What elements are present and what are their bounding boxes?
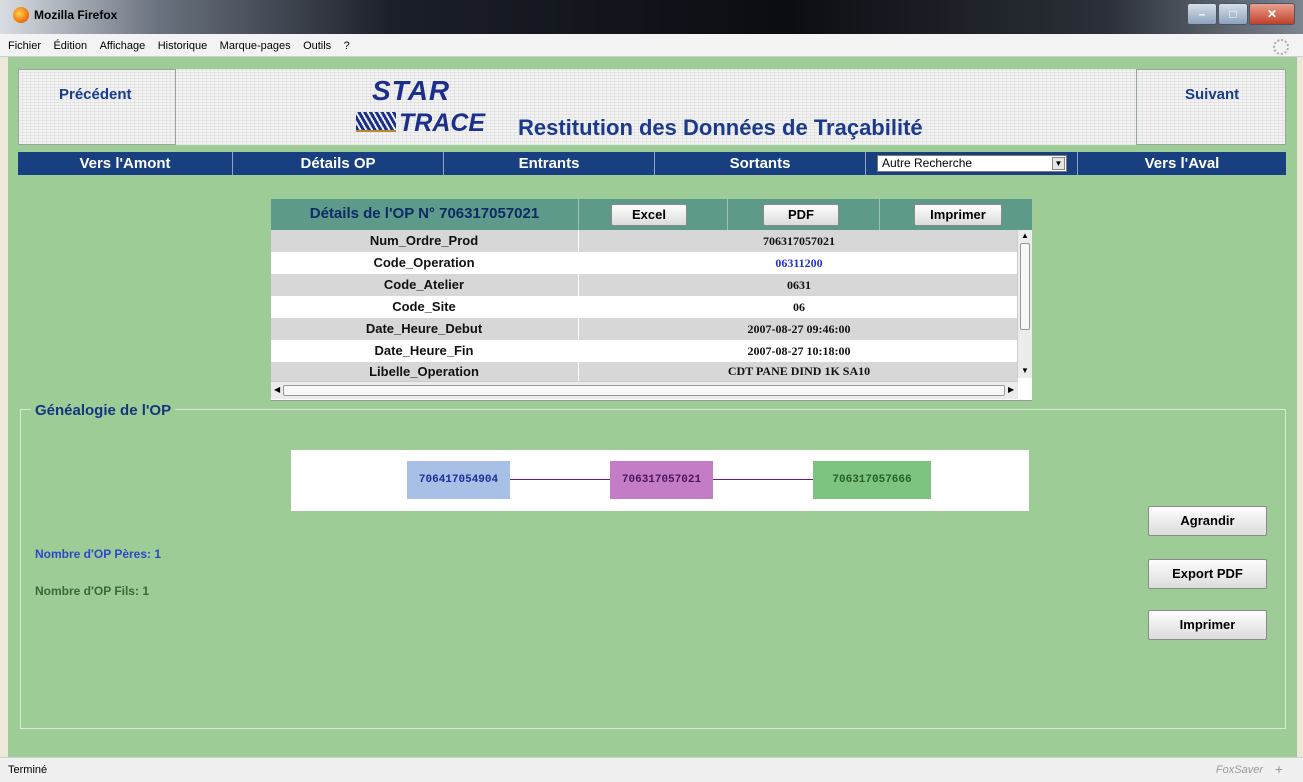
next-button[interactable]: Suivant bbox=[1136, 69, 1286, 145]
status-bar: Terminé FoxSaver + bbox=[0, 757, 1303, 782]
current-op-node[interactable]: 706317057021 bbox=[610, 461, 713, 499]
details-divider bbox=[879, 199, 880, 230]
browser-window: Mozilla Firefox – □ ✕ Fichier Édition Af… bbox=[0, 0, 1303, 782]
search-select-value: Autre Recherche bbox=[882, 156, 973, 170]
row-key: Date_Heure_Fin bbox=[374, 343, 474, 358]
row-key: Code_Operation bbox=[373, 255, 475, 270]
scroll-thumb[interactable] bbox=[1020, 243, 1030, 330]
code-operation-link[interactable]: 06311200 bbox=[578, 252, 1019, 274]
scroll-up-icon[interactable]: ▲ bbox=[1021, 231, 1029, 240]
logo-trace-text: TRACE bbox=[399, 109, 486, 137]
previous-button[interactable]: Précédent bbox=[18, 69, 176, 145]
nav-details-op[interactable]: Détails OP bbox=[233, 152, 443, 175]
details-header: Détails de l'OP N° 706317057021 Excel PD… bbox=[271, 199, 1032, 230]
details-divider bbox=[578, 199, 579, 230]
table-row: Num_Ordre_Prod 706317057021 bbox=[271, 230, 1018, 252]
tree-link bbox=[496, 479, 616, 480]
page-content: Précédent STAR TRACE Restitution des Don… bbox=[8, 57, 1297, 757]
foxsaver-addon[interactable]: FoxSaver bbox=[1216, 764, 1263, 776]
table-row: Libelle_Operation CDT PANE DIND 1K SA10 bbox=[271, 362, 1018, 381]
table-row: Code_Operation 06311200 bbox=[271, 252, 1018, 274]
menu-historique[interactable]: Historique bbox=[158, 40, 208, 52]
scroll-right-icon[interactable]: ▶ bbox=[1008, 385, 1014, 394]
status-text: Terminé bbox=[8, 764, 48, 776]
nav-entrants[interactable]: Entrants bbox=[444, 152, 654, 175]
pdf-button[interactable]: PDF bbox=[763, 204, 839, 226]
menu-bar: Fichier Édition Affichage Historique Mar… bbox=[0, 34, 1303, 57]
child-op-node[interactable]: 706317057666 bbox=[813, 461, 931, 499]
menu-edition[interactable]: Édition bbox=[53, 40, 87, 52]
page-header: Précédent STAR TRACE Restitution des Don… bbox=[18, 69, 1286, 145]
menu-affichage[interactable]: Affichage bbox=[100, 40, 146, 52]
row-value: 2007-08-27 09:46:00 bbox=[578, 318, 1019, 340]
row-value: 06 bbox=[578, 296, 1019, 318]
nav-bar: Vers l'Amont Détails OP Entrants Sortant… bbox=[18, 152, 1286, 175]
tree-link bbox=[713, 479, 813, 480]
agrandir-button[interactable]: Agrandir bbox=[1148, 506, 1267, 536]
logo-trace-line: TRACE bbox=[356, 109, 485, 138]
scroll-down-icon[interactable]: ▼ bbox=[1021, 366, 1029, 375]
row-value: 0631 bbox=[578, 274, 1019, 296]
table-row: Date_Heure_Fin 2007-08-27 10:18:00 bbox=[271, 340, 1018, 362]
menu-marque-pages[interactable]: Marque-pages bbox=[220, 40, 291, 52]
row-key: Date_Heure_Debut bbox=[365, 321, 483, 336]
details-divider bbox=[727, 199, 728, 230]
row-value: CDT PANE DIND 1K SA10 bbox=[578, 362, 1018, 381]
table-row: Code_Atelier 0631 bbox=[271, 274, 1018, 296]
genealogy-legend: Généalogie de l'OP bbox=[31, 402, 176, 419]
barcode-icon bbox=[356, 112, 396, 132]
genealogy-tree: 706417054904 706317057021 706317057666 bbox=[291, 450, 1029, 511]
maximize-icon[interactable]: □ bbox=[1218, 3, 1248, 25]
scroll-thumb[interactable] bbox=[283, 385, 1005, 396]
previous-label: Précédent bbox=[59, 86, 132, 103]
row-key: Num_Ordre_Prod bbox=[369, 233, 479, 248]
row-key: Libelle_Operation bbox=[369, 364, 479, 379]
table-row: Date_Heure_Debut 2007-08-27 09:46:00 bbox=[271, 318, 1018, 340]
nav-vers-amont[interactable]: Vers l'Amont bbox=[18, 152, 232, 175]
details-title: Détails de l'OP N° 706317057021 bbox=[309, 205, 540, 222]
parent-op-node[interactable]: 706417054904 bbox=[407, 461, 510, 499]
window-controls: – □ ✕ bbox=[1186, 3, 1295, 25]
table-row: Code_Site 06 bbox=[271, 296, 1018, 318]
nav-sortants[interactable]: Sortants bbox=[655, 152, 865, 175]
logo-star-text: STAR bbox=[372, 75, 451, 106]
window-title: Mozilla Firefox bbox=[34, 8, 118, 22]
loading-throbber-icon bbox=[1273, 39, 1289, 55]
menu-fichier[interactable]: Fichier bbox=[8, 40, 41, 52]
menu-help[interactable]: ? bbox=[344, 40, 350, 52]
next-label: Suivant bbox=[1185, 86, 1240, 103]
nav-divider bbox=[865, 152, 866, 175]
scroll-left-icon[interactable]: ◀ bbox=[274, 385, 280, 394]
title-bar: Mozilla Firefox – □ ✕ bbox=[0, 0, 1303, 34]
row-value: 706317057021 bbox=[578, 230, 1019, 252]
row-key: Code_Atelier bbox=[383, 277, 465, 292]
parent-count-label: Nombre d'OP Pères: 1 bbox=[35, 547, 162, 561]
firefox-icon bbox=[13, 7, 29, 23]
export-pdf-button[interactable]: Export PDF bbox=[1148, 559, 1267, 589]
details-table: Num_Ordre_Prod 706317057021 Code_Operati… bbox=[271, 230, 1032, 401]
excel-button[interactable]: Excel bbox=[611, 204, 687, 226]
menu-outils[interactable]: Outils bbox=[303, 40, 331, 52]
child-count-label: Nombre d'OP Fils: 1 bbox=[35, 584, 149, 598]
dropdown-arrow-icon: ▼ bbox=[1052, 157, 1065, 170]
minimize-icon[interactable]: – bbox=[1187, 3, 1217, 25]
print-details-button[interactable]: Imprimer bbox=[914, 204, 1002, 226]
nav-vers-aval[interactable]: Vers l'Aval bbox=[1078, 152, 1286, 175]
page-title: Restitution des Données de Traçabilité bbox=[518, 115, 923, 140]
horizontal-scrollbar[interactable]: ◀ ▶ bbox=[271, 381, 1018, 399]
row-value: 2007-08-27 10:18:00 bbox=[578, 340, 1019, 362]
search-select[interactable]: Autre Recherche ▼ bbox=[877, 155, 1067, 172]
print-genealogy-button[interactable]: Imprimer bbox=[1148, 610, 1267, 640]
vertical-scrollbar[interactable]: ▲ ▼ bbox=[1017, 230, 1032, 378]
row-key: Code_Site bbox=[392, 299, 456, 314]
plus-icon[interactable]: + bbox=[1275, 761, 1283, 777]
close-icon[interactable]: ✕ bbox=[1249, 3, 1295, 25]
